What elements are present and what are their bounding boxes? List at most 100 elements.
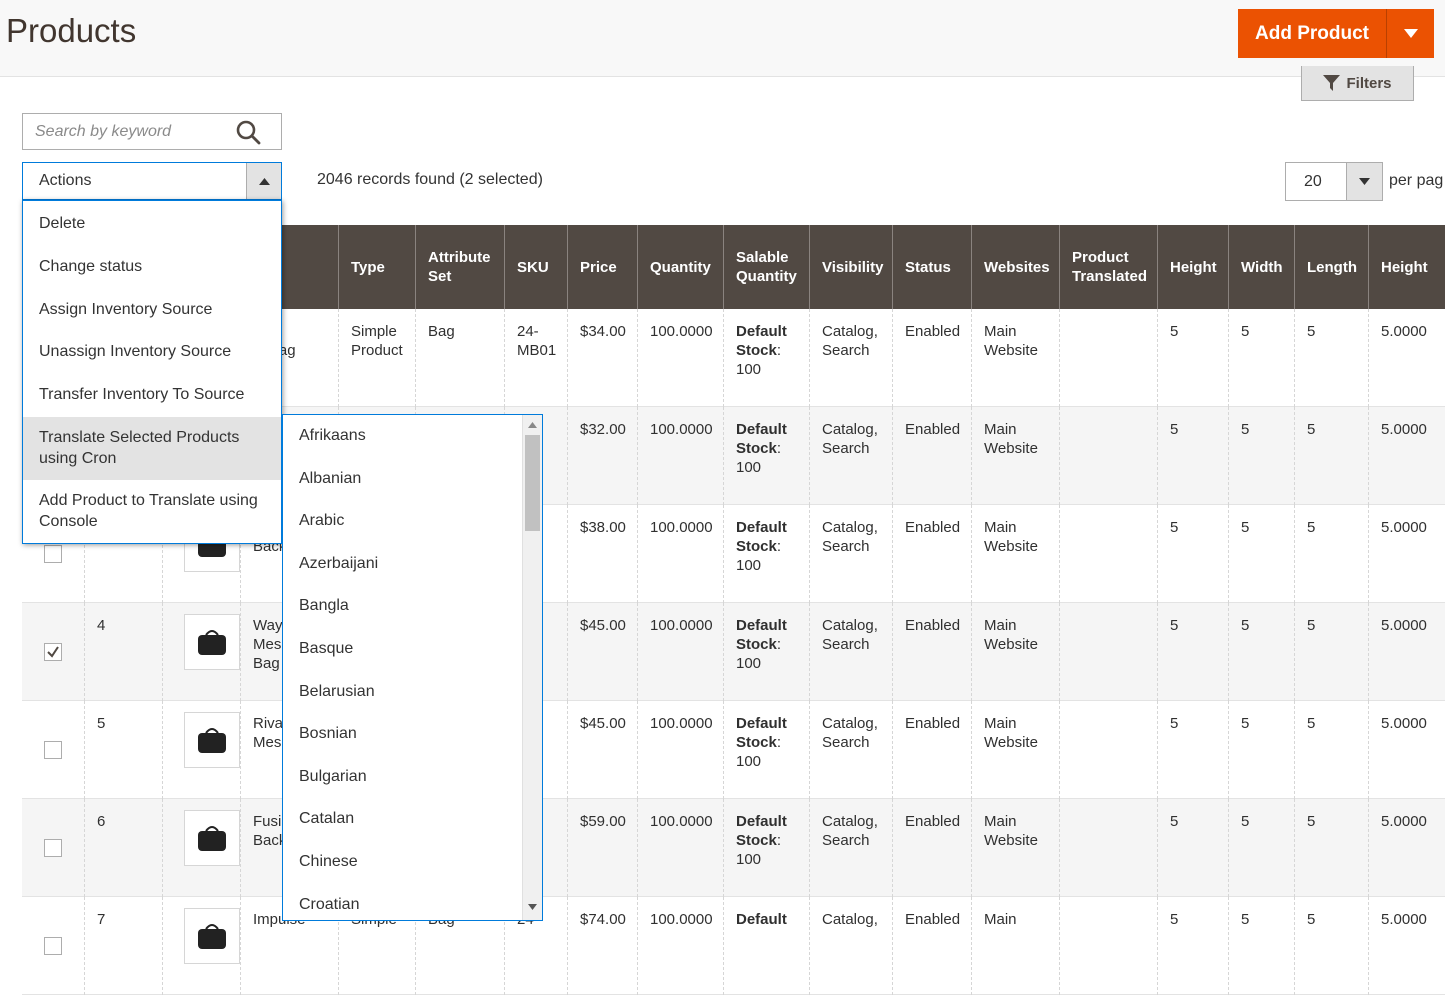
column-header[interactable]: Salable Quantity	[723, 225, 809, 309]
column-header[interactable]: Attribute Set	[415, 225, 504, 309]
id-value: 4	[97, 617, 106, 634]
stock-label: Default	[736, 911, 787, 928]
search-icon[interactable]	[236, 120, 261, 145]
cell-price: $74.00	[567, 897, 637, 995]
table-row[interactable]: 7ImpulseSimpleBag24-$74.00100.0000Defaul…	[22, 897, 1445, 995]
stock-value: 100	[736, 851, 762, 868]
cell-length: 5	[1294, 505, 1368, 603]
qty-value: 100.0000	[650, 421, 713, 438]
height2-value: 5.0000	[1381, 715, 1427, 732]
per-page-label: per pag	[1389, 172, 1444, 189]
column-header[interactable]: Websites	[971, 225, 1059, 309]
height2-value: 5.0000	[1381, 911, 1427, 928]
thumbnail-cell	[162, 799, 240, 897]
length-value: 5	[1307, 519, 1316, 536]
action-item[interactable]: Translate Selected Products using Cron	[23, 417, 281, 480]
action-item-label: Translate Selected Products using Cron	[39, 429, 240, 467]
language-option[interactable]: Albanian	[299, 470, 361, 488]
per-page-toggle[interactable]	[1346, 163, 1382, 200]
length-value: 5	[1307, 323, 1316, 340]
action-item-label: Unassign Inventory Source	[39, 343, 232, 360]
cell-status: Enabled	[892, 603, 971, 701]
product-thumbnail[interactable]	[184, 614, 240, 670]
scrollbar-thumb[interactable]	[525, 435, 540, 531]
visibility-value: Catalog,	[822, 911, 878, 928]
language-option[interactable]: Arabic	[299, 512, 344, 530]
width-value: 5	[1241, 911, 1250, 928]
language-option[interactable]: Afrikaans	[299, 427, 366, 445]
thumbnail-cell	[162, 603, 240, 701]
table-row[interactable]: 6Fusi Back02$59.00100.0000Default Stock:…	[22, 799, 1445, 897]
actions-select[interactable]: Actions	[22, 162, 282, 200]
column-header[interactable]: Status	[892, 225, 971, 309]
scroll-up-icon[interactable]	[528, 422, 537, 428]
per-page-select[interactable]: 20	[1285, 162, 1383, 201]
cell-height: 5	[1157, 407, 1228, 505]
action-item[interactable]: Delete	[23, 213, 281, 256]
product-thumbnail[interactable]	[184, 712, 240, 768]
cell-height2: 5.0000	[1368, 799, 1445, 897]
column-header[interactable]: Length	[1294, 225, 1368, 309]
filters-button[interactable]: Filters	[1301, 66, 1414, 101]
column-header[interactable]: Quantity	[637, 225, 723, 309]
language-option[interactable]: Chinese	[299, 853, 358, 871]
qty-value: 100.0000	[650, 813, 713, 830]
row-checkbox[interactable]	[44, 937, 62, 955]
product-thumbnail[interactable]	[184, 908, 240, 964]
bag-icon	[198, 728, 226, 753]
thumbnail-cell	[162, 701, 240, 799]
row-checkbox[interactable]	[44, 643, 62, 661]
width-value: 5	[1241, 715, 1250, 732]
action-item[interactable]: Change status	[23, 256, 281, 299]
add-product-label[interactable]: Add Product	[1238, 9, 1386, 58]
column-header[interactable]: Height	[1157, 225, 1228, 309]
cell-status: Enabled	[892, 309, 971, 407]
height2-value: 5.0000	[1381, 617, 1427, 634]
column-header[interactable]: SKU	[504, 225, 567, 309]
cell-height: 5	[1157, 505, 1228, 603]
product-thumbnail[interactable]	[184, 810, 240, 866]
language-option[interactable]: Croatian	[299, 896, 359, 914]
cell-attr: Bag	[415, 309, 504, 407]
language-option[interactable]: Bosnian	[299, 725, 357, 743]
language-scrollbar[interactable]	[522, 415, 542, 920]
row-checkbox[interactable]	[44, 839, 62, 857]
actions-toggle[interactable]	[246, 163, 281, 199]
search-input[interactable]	[23, 114, 223, 149]
action-item[interactable]: Assign Inventory Source	[23, 299, 281, 342]
action-item[interactable]: Unassign Inventory Source	[23, 341, 281, 384]
column-header[interactable]: Visibility	[809, 225, 892, 309]
language-option[interactable]: Azerbaijani	[299, 555, 378, 573]
cell-id: 5	[84, 701, 162, 799]
language-option[interactable]: Belarusian	[299, 683, 375, 701]
action-item-label: Assign Inventory Source	[39, 301, 213, 318]
language-option[interactable]: Basque	[299, 640, 353, 658]
table-row[interactable]: 4Way Mes Bag05$45.00100.0000Default Stoc…	[22, 603, 1445, 701]
language-option[interactable]: Catalan	[299, 810, 354, 828]
cell-width: 5	[1228, 505, 1294, 603]
price-value: $34.00	[580, 323, 626, 340]
add-product-button[interactable]: Add Product	[1238, 9, 1434, 58]
websites-value: Main Website	[984, 715, 1038, 751]
cell-translated	[1059, 505, 1157, 603]
visibility-value: Catalog, Search	[822, 323, 878, 359]
column-header[interactable]: Width	[1228, 225, 1294, 309]
column-header[interactable]: Product Translated	[1059, 225, 1157, 309]
language-option[interactable]: Bangla	[299, 597, 349, 615]
column-header[interactable]: Type	[338, 225, 415, 309]
table-row[interactable]: 5Riva Mes06$45.00100.0000Default Stock:1…	[22, 701, 1445, 799]
column-header[interactable]: Price	[567, 225, 637, 309]
column-header[interactable]: Height	[1368, 225, 1445, 309]
action-item[interactable]: Add Product to Translate using Console	[23, 480, 281, 543]
language-option[interactable]: Bulgarian	[299, 768, 367, 786]
salable-quantity-cell: Default Stock: 100	[723, 701, 809, 799]
add-product-split-toggle[interactable]	[1386, 9, 1434, 58]
visibility-value: Catalog, Search	[822, 421, 878, 457]
cell-height: 5	[1157, 701, 1228, 799]
cell-qty: 100.0000	[637, 603, 723, 701]
row-checkbox[interactable]	[44, 741, 62, 759]
row-checkbox[interactable]	[44, 545, 62, 563]
scroll-down-icon[interactable]	[528, 904, 537, 910]
cell-height: 5	[1157, 309, 1228, 407]
sku-value: 24- MB01	[517, 323, 557, 359]
